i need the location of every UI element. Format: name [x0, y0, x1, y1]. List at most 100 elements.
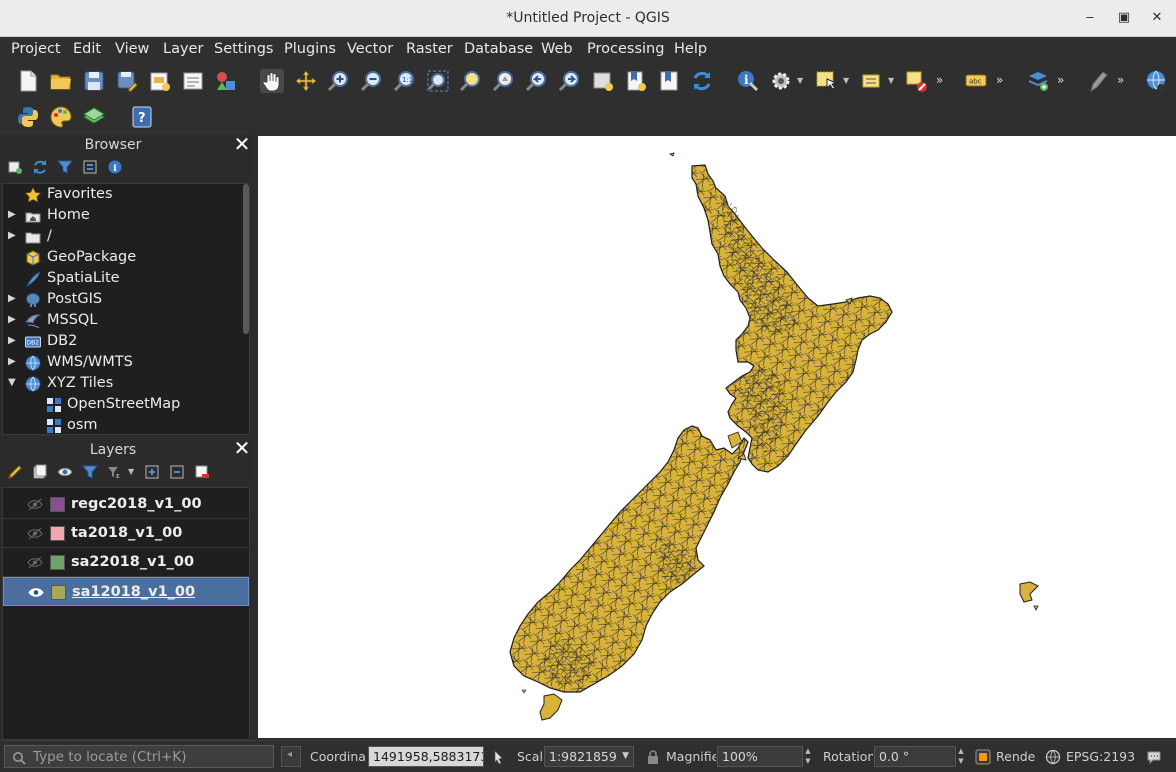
deselect-features-icon[interactable]: [905, 69, 929, 93]
expand-arrow-icon[interactable]: [8, 251, 18, 263]
zoom-to-layer-icon[interactable]: [492, 69, 516, 93]
select-by-value-icon[interactable]: [860, 69, 884, 93]
zoom-next-icon[interactable]: [558, 69, 582, 93]
crs-globe-icon[interactable]: [1045, 749, 1061, 765]
menu-web[interactable]: Web: [541, 41, 573, 57]
crs-label[interactable]: EPSG:2193: [1066, 749, 1136, 765]
zoom-in-icon[interactable]: [327, 69, 351, 93]
remove-layer-icon[interactable]: [194, 464, 210, 480]
menu-database[interactable]: Database: [464, 41, 533, 57]
python-console-icon[interactable]: [16, 105, 40, 129]
browser-item-postgis[interactable]: ▶ PostGIS: [3, 289, 241, 310]
add-group-icon[interactable]: [32, 464, 48, 480]
expand-arrow-icon[interactable]: [8, 188, 18, 200]
scale-dropdown-arrow[interactable]: ▼: [622, 747, 629, 766]
refresh-browser-icon[interactable]: [32, 159, 48, 175]
menu-plugins[interactable]: Plugins: [284, 41, 336, 57]
enable-properties-icon[interactable]: i: [107, 159, 123, 175]
show-bookmarks-icon[interactable]: [657, 69, 681, 93]
new-bookmark-icon[interactable]: [624, 69, 648, 93]
expand-arrow-icon[interactable]: [28, 398, 38, 410]
expand-arrow-icon[interactable]: ▶: [8, 293, 18, 305]
layers-tree[interactable]: regc2018_v1_00 ta2018_v1_00 sa22018_v1_0…: [2, 487, 250, 740]
select-dropdown-arrow[interactable]: ▼: [843, 77, 851, 85]
render-checkbox[interactable]: [975, 749, 991, 765]
add-layer-icon[interactable]: [1026, 69, 1050, 93]
browser-item-openstreetmap[interactable]: OpenStreetMap: [3, 394, 241, 415]
expand-arrow-icon[interactable]: [8, 272, 18, 284]
filter-legend-icon[interactable]: [82, 464, 98, 480]
toolbar-overflow-2[interactable]: »: [996, 72, 1006, 88]
rotation-spinner[interactable]: ▲ ▼: [956, 746, 966, 767]
menu-vector[interactable]: Vector: [347, 41, 393, 57]
locator-input[interactable]: [33, 747, 269, 766]
zoom-native-icon[interactable]: 1:1: [393, 69, 417, 93]
messages-icon[interactable]: [1146, 749, 1162, 765]
expand-arrow-icon[interactable]: [28, 419, 38, 431]
filter-browser-icon[interactable]: [57, 159, 73, 175]
filter-dropdown-arrow[interactable]: ▼: [128, 468, 136, 476]
style-manager-icon[interactable]: [214, 69, 238, 93]
magnifier-spinner[interactable]: ▲ ▼: [803, 746, 813, 767]
refresh-icon[interactable]: [690, 69, 714, 93]
browser-item-favorites[interactable]: Favorites: [3, 184, 241, 205]
browser-item-osm[interactable]: osm: [3, 415, 241, 434]
menu-layer[interactable]: Layer: [163, 41, 203, 57]
scale-combobox[interactable]: 1:9821859 ▼: [544, 746, 634, 767]
visible-eye-icon[interactable]: [28, 586, 44, 599]
toolbar-overflow-4[interactable]: »: [1117, 72, 1127, 88]
menu-settings[interactable]: Settings: [214, 41, 273, 57]
hidden-eye-icon[interactable]: [27, 556, 43, 569]
pan-map-icon[interactable]: [260, 69, 284, 93]
layer-row[interactable]: ta2018_v1_00: [3, 519, 249, 548]
menu-processing[interactable]: Processing: [587, 41, 664, 57]
open-project-icon[interactable]: [49, 69, 73, 93]
menu-view[interactable]: View: [115, 41, 149, 57]
expand-arrow-icon[interactable]: ▶: [8, 230, 18, 242]
minimize-button[interactable]: ‒: [1081, 9, 1099, 27]
add-selected-layers-icon[interactable]: [7, 159, 23, 175]
expand-arrow-icon[interactable]: ▶: [8, 314, 18, 326]
layer-row-selected[interactable]: sa12018_v1_00: [3, 577, 249, 606]
open-styling-panel-icon[interactable]: [7, 464, 23, 480]
maximize-button[interactable]: ▣: [1115, 9, 1133, 27]
label-tool-icon[interactable]: abc: [964, 69, 988, 93]
pan-to-selection-icon[interactable]: [294, 69, 318, 93]
action-dropdown-arrow[interactable]: ▼: [797, 77, 805, 85]
new-project-icon[interactable]: [16, 69, 40, 93]
close-window-button[interactable]: ✕: [1148, 9, 1166, 27]
browser-close-icon[interactable]: ✕: [233, 134, 251, 154]
browser-item-db2[interactable]: ▶ DB2 DB2: [3, 331, 241, 352]
expand-arrow-icon[interactable]: ▶: [8, 335, 18, 347]
style-palette-icon[interactable]: [49, 105, 73, 129]
layer-row[interactable]: regc2018_v1_00: [3, 490, 249, 519]
menu-project[interactable]: Project: [11, 41, 61, 57]
web-globe-icon[interactable]: [1144, 69, 1168, 93]
layer-row[interactable]: sa22018_v1_00: [3, 548, 249, 577]
identify-features-icon[interactable]: i: [736, 69, 760, 93]
scale-lock-icon[interactable]: [645, 749, 661, 765]
toggle-extents-mouse-icon[interactable]: [490, 749, 506, 765]
coordinate-field[interactable]: 1491958,5883173: [368, 746, 484, 767]
select-value-dropdown-arrow[interactable]: ▼: [888, 77, 896, 85]
run-feature-action-icon[interactable]: [769, 69, 793, 93]
rotation-field[interactable]: 0.0 °: [874, 746, 956, 767]
manage-visibility-icon[interactable]: [57, 464, 73, 480]
browser-item-home[interactable]: ▶ Home: [3, 205, 241, 226]
help-contents-icon[interactable]: ?: [130, 105, 154, 129]
collapse-all-layers-icon[interactable]: [169, 464, 185, 480]
messages-toggle-button[interactable]: ◂: [281, 746, 301, 767]
browser-item-mssql[interactable]: ▶ MSSQL: [3, 310, 241, 331]
digitizing-pencil-icon[interactable]: [1086, 69, 1110, 93]
browser-tree[interactable]: Favorites ▶ Home ▶ / GeoPackage SpatiaLi…: [2, 183, 250, 435]
expand-arrow-icon[interactable]: ▶: [8, 356, 18, 368]
expand-arrow-icon[interactable]: ▼: [8, 377, 18, 389]
browser-item-spatialite[interactable]: SpatiaLite: [3, 268, 241, 289]
hidden-eye-icon[interactable]: [27, 527, 43, 540]
map-canvas[interactable]: [258, 136, 1176, 738]
save-as-icon[interactable]: [115, 69, 139, 93]
save-project-icon[interactable]: [82, 69, 106, 93]
browser-scrollbar[interactable]: [243, 184, 249, 334]
expand-arrow-icon[interactable]: ▶: [8, 209, 18, 221]
toolbar-overflow-1[interactable]: »: [936, 72, 946, 88]
